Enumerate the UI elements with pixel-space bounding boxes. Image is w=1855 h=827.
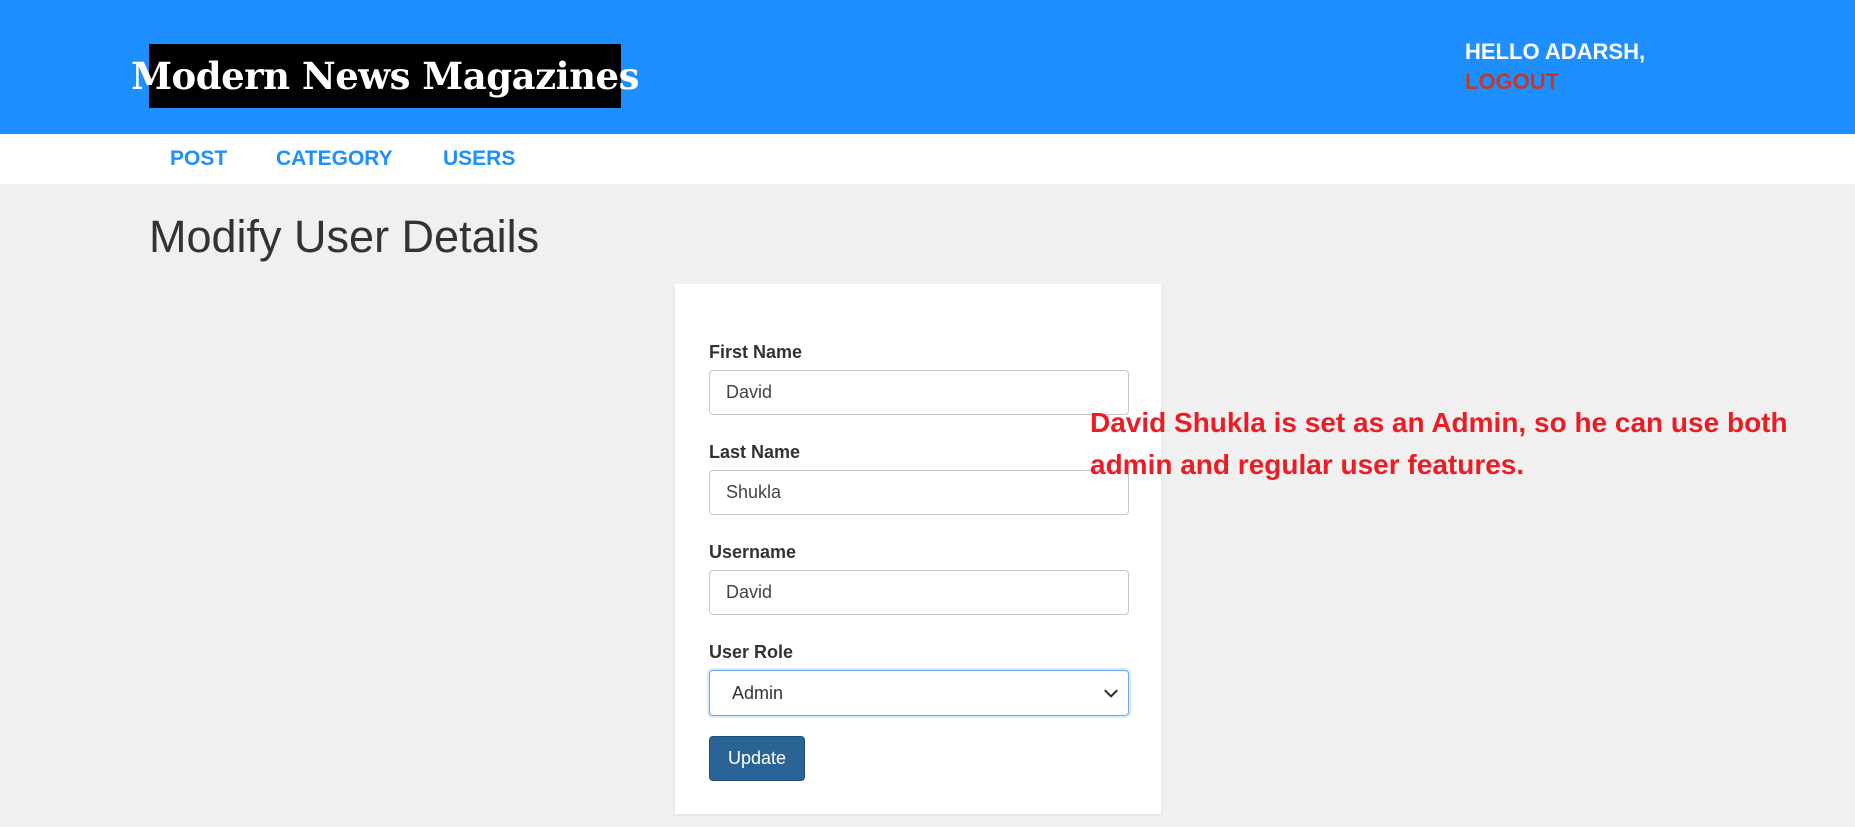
chevron-down-icon <box>1104 689 1118 698</box>
first-name-input[interactable] <box>709 370 1129 415</box>
last-name-label: Last Name <box>709 442 801 462</box>
nav-item-post[interactable]: POST <box>170 147 227 171</box>
last-name-input[interactable] <box>709 470 1129 515</box>
username-label: Username <box>709 542 797 562</box>
admin-menu: POST CATEGORY USERS <box>0 134 1855 184</box>
edit-user-form: First Name Last Name Username User Role … <box>675 284 1161 814</box>
user-role-select[interactable]: Admin <box>709 670 1129 716</box>
site-logo-text: Modern News Magazines <box>131 54 639 98</box>
user-role-label: User Role <box>709 642 794 662</box>
username-input[interactable] <box>709 570 1129 615</box>
site-logo[interactable]: Modern News Magazines <box>131 44 639 108</box>
user-greeting: HELLO ADARSH, <box>1465 39 1646 64</box>
nav-item-category[interactable]: CATEGORY <box>276 147 393 171</box>
first-name-label: First Name <box>709 342 803 362</box>
annotation-note: David Shukla is set as an Admin, so he c… <box>1090 407 1788 480</box>
logout-link[interactable]: LOGOUT <box>1465 69 1559 95</box>
page-title: Modify User Details <box>149 211 540 262</box>
user-role-selected-value: Admin <box>732 682 784 703</box>
site-header: Modern News Magazines HELLO ADARSH, LOGO… <box>0 0 1855 134</box>
nav-item-users[interactable]: USERS <box>443 147 515 171</box>
update-button[interactable]: Update <box>709 736 805 781</box>
